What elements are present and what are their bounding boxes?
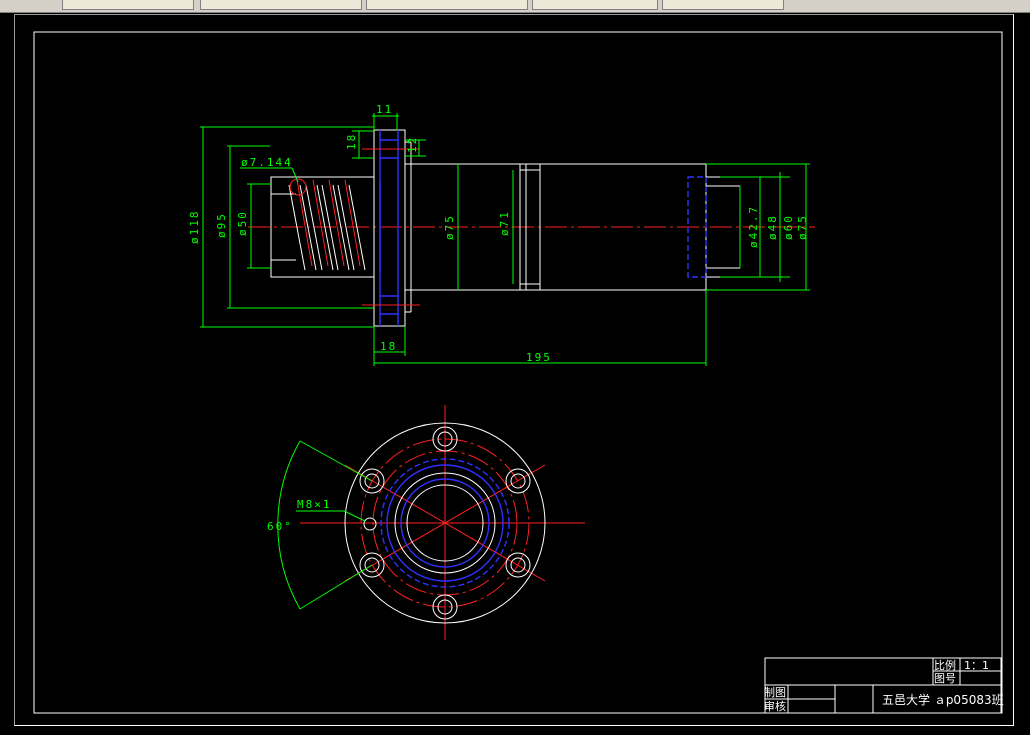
dim-bolt-thread: M8×1 [297,498,332,511]
title-block: 比例 1：1 图号 制图 审核 五邑大学 ａp05083班 [764,657,1004,714]
cad-drawing: 11 18 12 ø7.144 ø118 ø95 ø50 ø75 ø71 ø42… [33,31,1004,714]
title-drawing-no-label: 图号 [934,672,956,685]
dim-dia-75: ø75 [443,214,456,240]
dim-dia-75-right: ø75 [796,214,809,240]
front-dimensions: 11 18 12 ø7.144 ø118 ø95 ø50 ø75 ø71 ø42… [188,103,810,366]
title-scale-value: 1：1 [964,659,989,672]
dim-flange-thickness: 18 [380,340,397,353]
dim-flange-step: 18 [345,133,358,150]
dim-dia-60: ø60 [782,214,795,240]
end-view: 60° M8×1 [267,405,585,640]
grease-hole [363,517,377,531]
dim-dia-48: ø48 [766,214,779,240]
dim-flange-small: 12 [406,136,419,153]
dim-dia-42-7: ø42.7 [747,205,760,248]
dim-thread-pitch: ø7.144 [241,156,293,169]
dim-total-length: 195 [526,351,552,364]
drawing-border [33,31,1003,714]
title-scale-label: 比例 [934,658,956,672]
helical-grooves [288,178,366,271]
title-school-class: 五邑大学 ａp05083班 [882,692,1004,707]
dim-dia-118: ø118 [188,210,201,245]
title-checked-label: 审核 [764,699,786,713]
dim-dia-95: ø95 [215,212,228,238]
dim-dia-71: ø71 [498,210,511,236]
front-view: 11 18 12 ø7.144 ø118 ø95 ø50 ø75 ø71 ø42… [188,103,815,366]
dim-flange-width: 11 [376,103,393,116]
title-drawn-label: 制图 [764,686,786,699]
dim-bolt-angle: 60° [267,520,293,533]
dim-dia-50: ø50 [236,210,249,236]
